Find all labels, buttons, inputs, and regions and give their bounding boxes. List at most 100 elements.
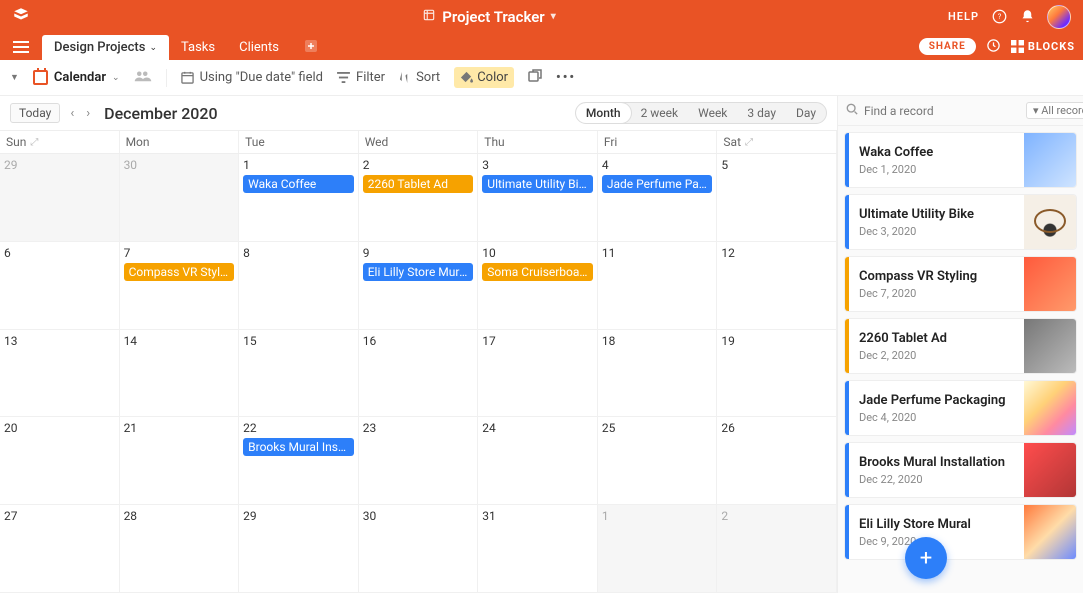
calendar-cell[interactable]: 15	[239, 330, 359, 418]
notifications-icon[interactable]	[1019, 9, 1035, 25]
tab-tasks[interactable]: Tasks	[169, 35, 227, 60]
sort-button[interactable]: Sort	[399, 70, 440, 85]
user-avatar[interactable]	[1047, 5, 1071, 29]
calendar-event[interactable]: Compass VR Styli…	[124, 263, 235, 281]
calendar-event[interactable]: Soma Cruiserboard	[482, 263, 593, 281]
calendar-cell[interactable]: 29	[0, 154, 120, 242]
calendar-cell[interactable]: 1Waka Coffee	[239, 154, 359, 242]
range-option-week[interactable]: Week	[688, 103, 737, 123]
calendar-cell[interactable]: 12	[717, 242, 837, 330]
date-field-button[interactable]: Using "Due date" field	[181, 70, 323, 85]
record-card[interactable]: Eli Lilly Store MuralDec 9, 2020	[844, 504, 1077, 560]
calendar-cell[interactable]: 4 Jade Perfume Pac…	[598, 154, 718, 242]
history-icon[interactable]	[986, 38, 1001, 56]
calendar-event[interactable]: Brooks Mural Inst…	[243, 438, 354, 456]
calendar-cell[interactable]: 10Soma Cruiserboard	[478, 242, 598, 330]
calendar-cell[interactable]: 1	[598, 505, 718, 593]
day-number: 17	[482, 334, 593, 348]
all-records-dropdown[interactable]: ▾ All records	[1026, 102, 1083, 119]
calendar-cell[interactable]: 14	[120, 330, 240, 418]
calendar-header: Today ‹ › December 2020 Month2 weekWeek3…	[0, 96, 837, 130]
calendar-cell[interactable]: 27	[0, 505, 120, 593]
calendar-cell[interactable]: 22Brooks Mural Inst…	[239, 417, 359, 505]
expand-icon[interactable]: ⤢	[745, 137, 753, 148]
tab-clients[interactable]: Clients	[227, 35, 291, 60]
help-link[interactable]: HELP	[948, 10, 979, 23]
record-card[interactable]: 2260 Tablet AdDec 2, 2020	[844, 318, 1077, 374]
calendar-cell[interactable]: 19	[717, 330, 837, 418]
help-icon[interactable]: ?	[991, 9, 1007, 25]
prev-month-icon[interactable]: ‹	[68, 106, 76, 121]
calendar-cell[interactable]: 23	[359, 417, 479, 505]
calendar-cell[interactable]: 9Eli Lilly Store Mural	[359, 242, 479, 330]
expand-icon[interactable]: ⤢	[30, 137, 38, 148]
record-card[interactable]: Waka CoffeeDec 1, 2020	[844, 132, 1077, 188]
calendar-event[interactable]: Eli Lilly Store Mural	[363, 263, 474, 281]
calendar-cell[interactable]: 6	[0, 242, 120, 330]
calendar-event[interactable]: Jade Perfume Pac…	[602, 175, 713, 193]
tab-design-projects[interactable]: Design Projects⌄	[42, 35, 169, 60]
calendar-cell[interactable]: 24	[478, 417, 598, 505]
range-option-2-week[interactable]: 2 week	[631, 103, 689, 123]
hamburger-icon[interactable]	[8, 36, 34, 58]
add-record-fab[interactable]: +	[905, 537, 947, 579]
filter-button[interactable]: Filter	[337, 70, 385, 85]
base-title[interactable]: Project Tracker ▾	[30, 8, 948, 26]
record-title: 2260 Tablet Ad	[859, 331, 1014, 346]
date-field-label: Using "Due date" field	[200, 70, 323, 85]
view-name: Calendar	[54, 70, 106, 85]
day-number: 26	[721, 421, 832, 435]
calendar-cell[interactable]: 17	[478, 330, 598, 418]
calendar-cell[interactable]: 20	[0, 417, 120, 505]
color-label: Color	[477, 70, 508, 85]
chevron-down-icon: ⌄	[112, 73, 120, 83]
more-icon[interactable]: •••	[556, 70, 576, 85]
calendar-cell[interactable]: 16	[359, 330, 479, 418]
views-expand-icon[interactable]: ▼	[10, 72, 19, 83]
blocks-button[interactable]: BLOCKS	[1011, 40, 1075, 53]
next-month-icon[interactable]: ›	[84, 106, 92, 121]
calendar-cell[interactable]: 13	[0, 330, 120, 418]
calendar-cell[interactable]: 18	[598, 330, 718, 418]
weekday-header: Sun ⤢MonTueWedThuFriSat ⤢	[0, 130, 837, 154]
add-table-button[interactable]	[299, 37, 323, 56]
collaborators-icon[interactable]	[134, 69, 152, 87]
day-number: 25	[602, 421, 713, 435]
record-card[interactable]: Brooks Mural InstallationDec 22, 2020	[844, 442, 1077, 498]
record-card[interactable]: Compass VR StylingDec 7, 2020	[844, 256, 1077, 312]
range-option-3-day[interactable]: 3 day	[737, 103, 786, 123]
calendar-cell[interactable]: 30	[359, 505, 479, 593]
color-button[interactable]: Color	[454, 67, 514, 88]
range-option-day[interactable]: Day	[786, 103, 826, 123]
calendar-cell[interactable]: 8	[239, 242, 359, 330]
calendar-cell[interactable]: 22260 Tablet Ad	[359, 154, 479, 242]
range-option-month[interactable]: Month	[576, 103, 631, 123]
calendar-view: Today ‹ › December 2020 Month2 weekWeek3…	[0, 96, 837, 593]
calendar-cell[interactable]: 7Compass VR Styli…	[120, 242, 240, 330]
search-input[interactable]	[864, 104, 1020, 118]
calendar-cell[interactable]: 28	[120, 505, 240, 593]
day-number: 4	[602, 158, 713, 172]
view-name-group[interactable]: Calendar ⌄	[33, 70, 120, 85]
share-view-icon[interactable]	[528, 69, 542, 87]
record-card[interactable]: Ultimate Utility BikeDec 3, 2020	[844, 194, 1077, 250]
calendar-event[interactable]: 2260 Tablet Ad	[363, 175, 474, 193]
calendar-cell[interactable]: 26	[717, 417, 837, 505]
calendar-cell[interactable]: 3Ultimate Utility Bike	[478, 154, 598, 242]
calendar-cell[interactable]: 5	[717, 154, 837, 242]
record-date: Dec 1, 2020	[859, 163, 1014, 176]
calendar-cell[interactable]: 2	[717, 505, 837, 593]
calendar-cell[interactable]: 30	[120, 154, 240, 242]
airtable-logo-icon[interactable]	[12, 6, 30, 28]
today-button[interactable]: Today	[10, 103, 60, 123]
calendar-event[interactable]: Ultimate Utility Bike	[482, 175, 593, 193]
sort-label: Sort	[416, 70, 440, 85]
calendar-cell[interactable]: 25	[598, 417, 718, 505]
calendar-cell[interactable]: 21	[120, 417, 240, 505]
calendar-cell[interactable]: 29	[239, 505, 359, 593]
record-card[interactable]: Jade Perfume PackagingDec 4, 2020	[844, 380, 1077, 436]
share-button[interactable]: SHARE	[919, 38, 976, 55]
calendar-cell[interactable]: 31	[478, 505, 598, 593]
calendar-cell[interactable]: 11	[598, 242, 718, 330]
calendar-event[interactable]: Waka Coffee	[243, 175, 354, 193]
